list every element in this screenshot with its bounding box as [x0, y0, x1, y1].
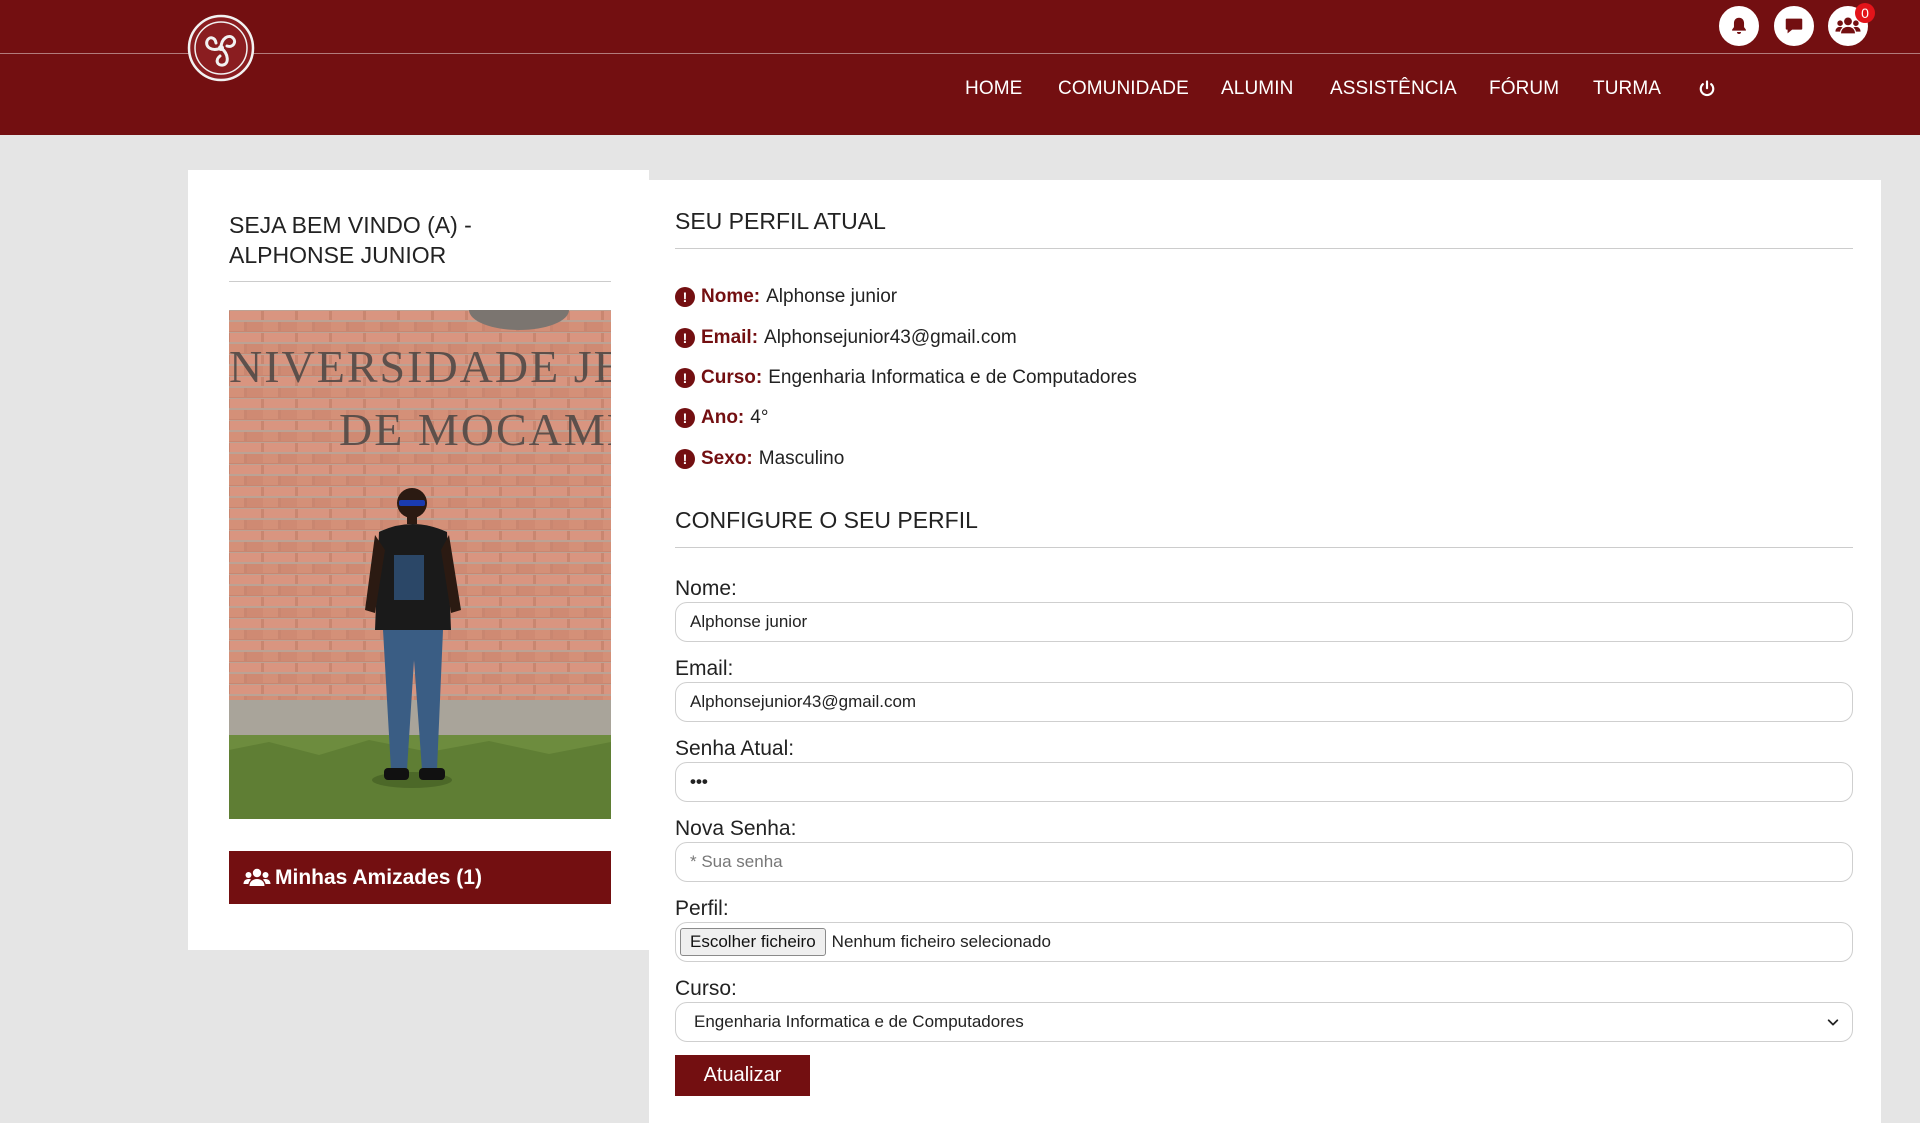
- nav-assistencia[interactable]: ASSISTÊNCIA: [1330, 78, 1457, 100]
- profile-picture-label: Perfil:: [675, 897, 729, 920]
- chevron-down-icon: [1827, 1019, 1839, 1026]
- nav-comunidade[interactable]: COMUNIDADE: [1058, 78, 1189, 100]
- header-divider: [0, 53, 1920, 54]
- power-icon: [1699, 80, 1715, 97]
- users-icon: [243, 868, 271, 886]
- my-friends-label: Minhas Amizades (1): [275, 865, 482, 889]
- photo-sign-line1: NIVERSIDADE JEA: [229, 341, 611, 392]
- profile-card: SEU PERFIL ATUAL ! Nome: Alphonse junior…: [649, 180, 1881, 1123]
- profile-sex-row: ! Sexo: Masculino: [675, 448, 844, 470]
- nav-forum[interactable]: FÓRUM: [1489, 78, 1559, 100]
- exclamation-icon: !: [675, 368, 695, 388]
- file-status: Nenhum ficheiro selecionado: [831, 932, 1051, 951]
- profile-picture-input: Escolher ficheiro Nenhum ficheiro seleci…: [675, 922, 1853, 962]
- new-password-label: Nova Senha:: [675, 817, 797, 840]
- exclamation-icon: !: [675, 449, 695, 469]
- profile-photo: NIVERSIDADE JEA DE MOCAMBIC: [229, 310, 611, 819]
- bell-icon: [1732, 17, 1746, 34]
- divider: [675, 547, 1853, 548]
- course-label: Curso:: [675, 977, 737, 1000]
- my-friends-button[interactable]: Minhas Amizades (1): [229, 851, 611, 904]
- exclamation-icon: !: [675, 287, 695, 307]
- new-password-field[interactable]: [675, 842, 1853, 882]
- profile-year-row: ! Ano: 4°: [675, 407, 768, 429]
- email-field[interactable]: [675, 682, 1853, 722]
- nav-alumin[interactable]: ALUMIN: [1221, 78, 1293, 100]
- nav-turma[interactable]: TURMA: [1593, 78, 1661, 100]
- notification-badge: 0: [1855, 3, 1875, 23]
- name-label: Nome:: [675, 577, 737, 600]
- welcome-title: SEJA BEM VINDO (A) - ALPHONSE JUNIOR: [229, 212, 472, 268]
- divider: [229, 281, 611, 282]
- choose-file-button[interactable]: Escolher ficheiro: [680, 928, 826, 956]
- current-password-field[interactable]: [675, 762, 1853, 802]
- current-password-label: Senha Atual:: [675, 737, 795, 760]
- photo-sign-line2: DE MOCAMBIC: [339, 404, 611, 455]
- course-select[interactable]: Engenharia Informatica e de Computadores: [675, 1002, 1853, 1042]
- divider: [675, 248, 1853, 249]
- logo-icon[interactable]: [187, 14, 255, 82]
- exclamation-icon: !: [675, 328, 695, 348]
- profile-course-row: ! Curso: Engenharia Informatica e de Com…: [675, 367, 1137, 389]
- profile-email-row: ! Email: Alphonsejunior43@gmail.com: [675, 327, 1017, 349]
- name-field[interactable]: [675, 602, 1853, 642]
- email-label: Email:: [675, 657, 734, 680]
- top-header: 0 HOME COMUNIDADE ALUMIN ASSISTÊNCIA FÓR…: [0, 0, 1920, 135]
- messages-button[interactable]: [1774, 6, 1814, 46]
- course-selected-value: Engenharia Informatica e de Computadores: [694, 1012, 1024, 1031]
- logout-button[interactable]: [1697, 79, 1717, 105]
- current-profile-title: SEU PERFIL ATUAL: [675, 208, 886, 234]
- friend-requests-button[interactable]: 0: [1828, 3, 1875, 46]
- update-button[interactable]: Atualizar: [675, 1055, 810, 1096]
- exclamation-icon: !: [675, 408, 695, 428]
- notifications-button[interactable]: [1719, 6, 1759, 46]
- welcome-card: SEJA BEM VINDO (A) - ALPHONSE JUNIOR NIV…: [188, 170, 649, 950]
- profile-name-row: ! Nome: Alphonse junior: [675, 286, 897, 308]
- chat-icon: [1785, 18, 1803, 34]
- configure-profile-title: CONFIGURE O SEU PERFIL: [675, 507, 978, 533]
- nav-home[interactable]: HOME: [965, 78, 1022, 100]
